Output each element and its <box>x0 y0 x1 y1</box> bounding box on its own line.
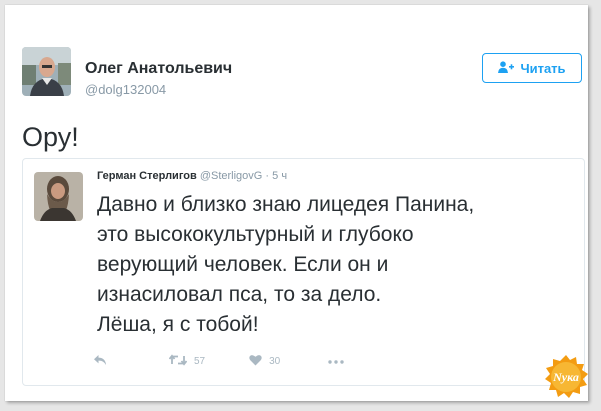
retweet-count: 57 <box>194 355 206 367</box>
quoted-text-line: Давно и близко знаю лицедея Панина, <box>97 193 475 216</box>
watermark-logo: Nука <box>543 354 589 400</box>
retweet-button[interactable]: 57 <box>168 353 206 369</box>
tweet-text: Ору! <box>22 122 79 152</box>
quoted-text-line: верующий человек. Если он и <box>97 253 389 276</box>
quoted-text-line: изнасиловал пса, то за дело. <box>97 283 382 306</box>
more-icon <box>328 356 344 367</box>
more-button[interactable] <box>328 356 344 367</box>
like-icon <box>249 354 262 369</box>
tweet-actions: 57 30 <box>93 351 344 371</box>
quoted-author-handle[interactable]: @SterligovG <box>200 170 263 182</box>
like-button[interactable]: 30 <box>249 354 280 369</box>
follow-button-label: Читать <box>520 60 566 76</box>
reply-icon <box>93 354 107 369</box>
quoted-text-line: Лёша, я с тобой! <box>97 313 259 336</box>
author-name[interactable]: Олег Анатольевич <box>85 60 232 78</box>
quoted-text: Давно и близко знаю лицедея Панина, это … <box>97 190 577 340</box>
follow-person-icon <box>498 60 515 76</box>
tweet-card: Олег Анатольевич @dolg132004 Читать Ору! <box>5 5 588 401</box>
separator-dot: · <box>265 170 270 182</box>
quoted-author-name[interactable]: Герман Стерлигов <box>97 170 197 182</box>
quoted-author-avatar[interactable] <box>34 172 83 221</box>
author-avatar[interactable] <box>22 47 71 96</box>
reply-button[interactable] <box>93 354 107 369</box>
quoted-text-line: это высококультурный и глубоко <box>97 223 414 246</box>
author-handle[interactable]: @dolg132004 <box>85 82 166 97</box>
quoted-header: Герман Стерлигов @SterligovG · 5 ч <box>97 170 287 182</box>
like-count: 30 <box>269 355 281 367</box>
svg-text:Nука: Nука <box>552 370 579 384</box>
quoted-timestamp[interactable]: 5 ч <box>272 170 287 182</box>
follow-button[interactable]: Читать <box>482 53 582 83</box>
quoted-tweet[interactable]: Герман Стерлигов @SterligovG · 5 ч Давно… <box>22 158 585 386</box>
retweet-icon <box>168 353 188 369</box>
